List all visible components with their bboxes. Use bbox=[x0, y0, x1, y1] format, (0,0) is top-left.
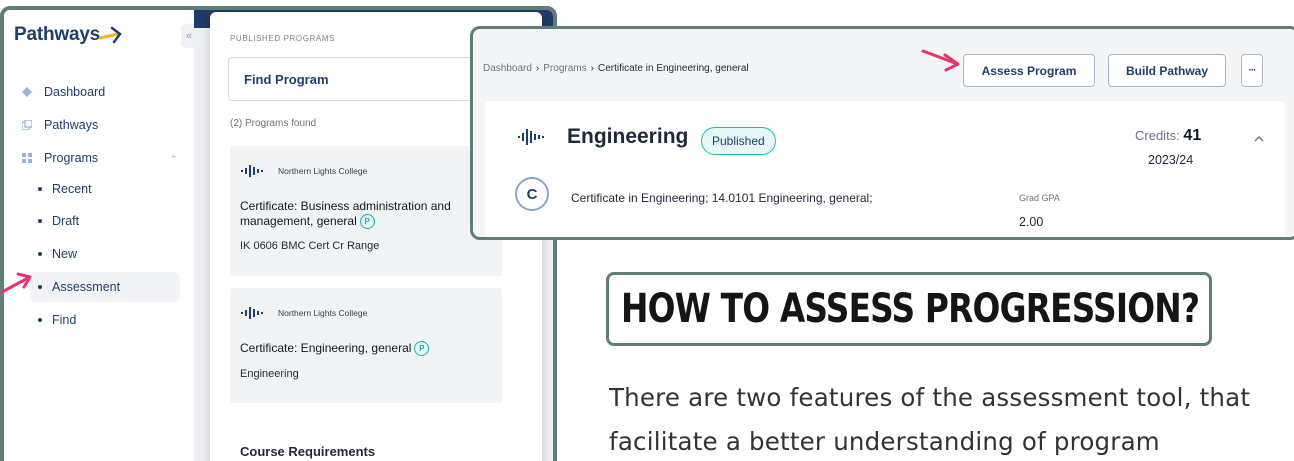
school-name: Northern Lights College bbox=[278, 166, 368, 176]
sidebar-item-pathways[interactable]: Pathways bbox=[22, 118, 98, 132]
program-title-line: Certificate: Engineering, general P bbox=[240, 341, 510, 357]
program-info-panel: Engineering Published Credits: 41 2023/2… bbox=[485, 101, 1285, 237]
avatar: C bbox=[515, 177, 549, 211]
sidebar-item-dashboard[interactable]: Dashboard bbox=[22, 85, 105, 99]
sidebar-item-label: Dashboard bbox=[44, 85, 106, 99]
status-badge: Published bbox=[701, 127, 776, 155]
program-card[interactable]: Northern Lights College Certificate: Bus… bbox=[230, 146, 502, 276]
published-badge: P bbox=[414, 341, 430, 357]
logo-text: Pathways bbox=[14, 24, 101, 45]
panel-header: PUBLISHED PROGRAMS bbox=[230, 34, 336, 43]
body-line: facilitate a better understanding of pro… bbox=[609, 427, 1160, 456]
sidebar-subitem-find[interactable]: Find bbox=[38, 313, 76, 327]
program-code: Engineering bbox=[240, 368, 299, 380]
course-requirements-heading: Course Requirements bbox=[240, 444, 376, 459]
section-heading-box: HOW TO ASSESS PROGRESSION? bbox=[606, 272, 1212, 346]
sidebar-subitem-new[interactable]: New bbox=[38, 247, 77, 261]
credits-label: Credits: bbox=[1135, 128, 1180, 143]
breadcrumb-separator: › bbox=[590, 63, 594, 74]
sidebar-subitem-label: New bbox=[52, 247, 78, 261]
body-line: There are two features of the assessment… bbox=[609, 383, 1251, 412]
section-heading: HOW TO ASSESS PROGRESSION? bbox=[621, 286, 1200, 332]
program-description: Certificate in Engineering; 14.0101 Engi… bbox=[571, 191, 873, 205]
program-title: management, general bbox=[240, 214, 357, 228]
soundwave-logo-icon bbox=[241, 307, 263, 319]
soundwave-logo-icon bbox=[241, 165, 263, 177]
published-badge: P bbox=[359, 214, 375, 230]
credits-value: 41 bbox=[1183, 127, 1202, 144]
sidebar: Pathways « Dashboard Pathways Programs ⌃… bbox=[4, 10, 197, 461]
soundwave-logo-icon bbox=[518, 129, 544, 145]
sidebar-item-label: Pathways bbox=[44, 118, 99, 132]
gpa-label: Grad GPA bbox=[1019, 193, 1060, 203]
program-year: 2023/24 bbox=[1148, 153, 1194, 167]
breadcrumb-dashboard[interactable]: Dashboard bbox=[483, 63, 532, 74]
logo-arrow-icon bbox=[98, 26, 122, 44]
sidebar-subitem-label: Recent bbox=[52, 182, 92, 196]
sidebar-item-programs[interactable]: Programs bbox=[22, 151, 98, 165]
arrow-pointer-icon bbox=[921, 49, 960, 72]
pages-icon bbox=[22, 120, 32, 130]
sidebar-subitem-label: Draft bbox=[52, 214, 80, 228]
program-card[interactable]: Northern Lights College Certificate: Eng… bbox=[230, 288, 502, 403]
build-pathway-button[interactable]: Build Pathway bbox=[1108, 54, 1226, 87]
breadcrumb-programs[interactable]: Programs bbox=[543, 63, 586, 74]
credits-display: Credits: 41 bbox=[1135, 127, 1201, 145]
programs-found-count: (2) Programs found bbox=[230, 118, 317, 129]
chevron-up-icon[interactable] bbox=[1253, 133, 1265, 145]
school-name: Northern Lights College bbox=[278, 308, 368, 318]
bullet-icon bbox=[38, 318, 42, 322]
breadcrumb: Dashboard › Programs › Certificate in Engine… bbox=[483, 63, 749, 74]
breadcrumb-current: Certificate in Engineering, general bbox=[597, 63, 749, 74]
body-paragraph: There are two features of the assessment… bbox=[609, 376, 1294, 461]
program-title: Engineering bbox=[567, 125, 689, 148]
sidebar-subitem-recent[interactable]: Recent bbox=[38, 182, 92, 196]
program-code: IK 0606 BMC Cert Cr Range bbox=[240, 240, 380, 252]
sidebar-subitem-label: Assessment bbox=[52, 280, 121, 294]
arrow-pointer-icon bbox=[0, 272, 32, 294]
bullet-icon bbox=[38, 187, 42, 191]
bullet-icon bbox=[38, 252, 42, 256]
grid-icon bbox=[22, 153, 32, 163]
assess-program-button[interactable]: Assess Program bbox=[963, 54, 1095, 87]
chevron-up-icon[interactable]: ⌃ bbox=[170, 154, 178, 165]
program-title: Certificate: Engineering, general bbox=[240, 341, 412, 355]
diamond-icon bbox=[22, 87, 32, 97]
sidebar-subitem-label: Find bbox=[52, 313, 77, 327]
gpa-value: 2.00 bbox=[1019, 215, 1044, 229]
program-detail-screenshot: Dashboard › Programs › Certificate in Engine… bbox=[470, 26, 1294, 240]
more-options-button[interactable]: ··· bbox=[1241, 54, 1263, 87]
breadcrumb-separator: › bbox=[535, 63, 540, 74]
sidebar-subitem-draft[interactable]: Draft bbox=[38, 214, 79, 228]
sidebar-subitem-assessment[interactable]: Assessment bbox=[30, 272, 180, 302]
bullet-icon bbox=[38, 219, 42, 223]
sidebar-item-label: Programs bbox=[44, 151, 99, 165]
